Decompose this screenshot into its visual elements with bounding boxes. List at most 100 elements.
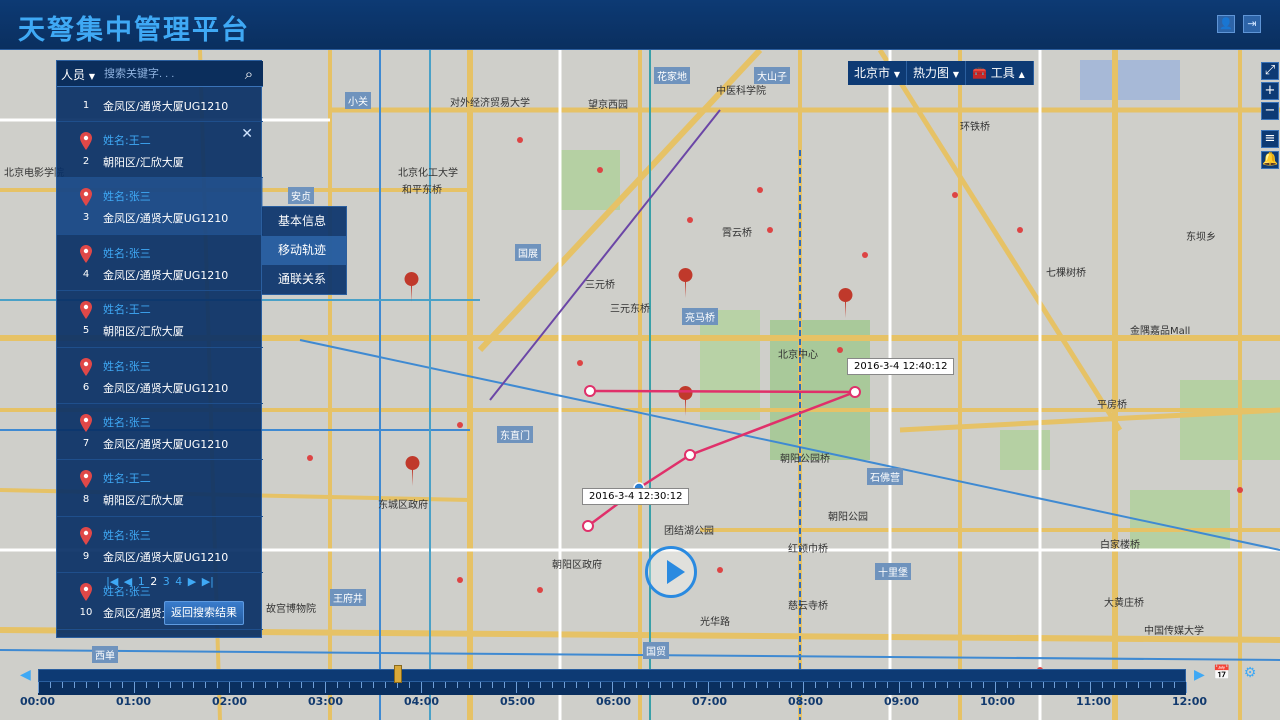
heatmap-dropdown[interactable]: 热力图 ▼ xyxy=(907,61,966,85)
item-index: 9 xyxy=(82,550,90,562)
map-label: 北京化工大学 xyxy=(398,168,458,179)
item-index: 3 xyxy=(82,212,90,224)
time-label: 07:00 xyxy=(692,695,728,708)
timeline-tick xyxy=(803,682,805,693)
prev-page-icon[interactable]: ◀ xyxy=(124,575,132,588)
timeline-tick xyxy=(372,682,374,688)
play-button[interactable] xyxy=(645,546,697,598)
page-link[interactable]: 4 xyxy=(175,575,182,588)
page-link[interactable]: 2 xyxy=(150,575,157,588)
map-label: 朝阳区政府 xyxy=(552,560,602,571)
time-label: 02:00 xyxy=(212,695,248,708)
list-item[interactable]: 3 姓名:张三 金凤区/通贤大厦UG1210 xyxy=(57,178,263,235)
map-label: 团结湖公园 xyxy=(664,526,714,537)
list-item[interactable]: 8 姓名:王二 朝阳区/汇欣大厦 xyxy=(57,460,263,517)
layers-icon[interactable]: ≡ xyxy=(1261,130,1279,148)
next-page-icon[interactable]: ▶ xyxy=(188,575,196,588)
page-link[interactable]: 1 xyxy=(138,575,145,588)
timeline-tick xyxy=(133,682,135,693)
menu-item-movement-track[interactable]: 移动轨迹 xyxy=(262,236,346,265)
map-toolbar: 北京市 ▼ 热力图 ▼ 🧰 工具 ▲ xyxy=(848,61,1034,85)
track-point xyxy=(684,449,696,461)
timeline-tick xyxy=(970,682,972,688)
map-label: 慈云寺桥 xyxy=(788,601,828,612)
tools-label: 工具 xyxy=(990,66,1015,80)
item-name: 姓名:张三 xyxy=(103,359,151,373)
time-label: 10:00 xyxy=(980,695,1016,708)
chevron-down-icon: ▼ xyxy=(952,70,959,79)
item-index: 8 xyxy=(82,494,90,506)
item-index: 1 xyxy=(82,100,90,111)
toolbox-icon: 🧰 xyxy=(972,66,987,80)
timeline-tick xyxy=(755,682,757,688)
calendar-icon[interactable]: 📅 xyxy=(1212,665,1232,685)
timeline-tick xyxy=(348,682,350,688)
city-dropdown[interactable]: 北京市 ▼ xyxy=(848,61,907,85)
fullscreen-icon[interactable]: ⤢ xyxy=(1261,62,1279,80)
close-icon[interactable]: ✕ xyxy=(241,126,253,142)
timeline-tick xyxy=(576,682,578,688)
park-area xyxy=(1000,430,1050,470)
timeline-tick xyxy=(325,682,326,693)
search-icon[interactable]: ⌕ xyxy=(239,64,259,84)
zoom-in-button[interactable]: + xyxy=(1261,82,1279,100)
timeline-tick xyxy=(839,682,841,688)
timeline-tick xyxy=(313,682,315,688)
timeline-ticks xyxy=(38,682,1187,695)
timeline-tick xyxy=(169,682,171,688)
search-panel: 人员 ▼ ⌕ 1 金凤区/通贤大厦UG1210 2 姓名:王二 朝阳区/汇欣大厦… xyxy=(56,60,263,638)
item-name: 姓名:王二 xyxy=(103,303,151,317)
page-link[interactable]: 3 xyxy=(163,575,170,588)
item-name: 姓名:王二 xyxy=(103,472,151,486)
timeline-left-icon[interactable]: ◀ xyxy=(20,667,31,683)
list-item[interactable]: 9 姓名:张三 金凤区/通贤大厦UG1210 xyxy=(57,517,263,574)
item-index: 7 xyxy=(82,437,90,449)
list-item[interactable]: 2 姓名:王二 朝阳区/汇欣大厦 ✕ xyxy=(57,122,263,179)
timeline-tick xyxy=(229,682,231,693)
timeline-tick xyxy=(875,682,877,688)
map-label: 霄云桥 xyxy=(722,228,752,239)
list-item[interactable]: 7 姓名:张三 金凤区/通贤大厦UG1210 xyxy=(57,404,263,461)
first-page-icon[interactable]: |◀ xyxy=(106,575,118,588)
list-item[interactable]: 6 姓名:张三 金凤区/通贤大厦UG1210 xyxy=(57,348,263,404)
location-pin-icon xyxy=(80,357,92,376)
search-input[interactable] xyxy=(104,64,236,84)
bell-icon[interactable]: 🔔 xyxy=(1261,151,1279,169)
timeline-tick xyxy=(958,682,960,688)
map-label: 白家楼桥 xyxy=(1100,540,1140,551)
timeline-tick xyxy=(1078,682,1080,688)
timeline-tick xyxy=(779,682,781,688)
user-icon[interactable]: 👤 xyxy=(1217,15,1235,33)
zoom-out-button[interactable]: − xyxy=(1261,102,1279,120)
list-item[interactable]: 1 金凤区/通贤大厦UG1210 xyxy=(57,88,263,122)
timeline-tick xyxy=(468,682,470,688)
menu-item-communication[interactable]: 通联关系 xyxy=(262,265,346,294)
timeline-tick xyxy=(767,682,769,688)
timeline-thumb[interactable] xyxy=(393,665,402,683)
timeline-tick xyxy=(480,682,482,688)
time-label: 11:00 xyxy=(1076,695,1112,708)
location-pin-icon xyxy=(80,470,92,489)
back-to-results-button[interactable]: 返回搜索结果 xyxy=(164,601,244,625)
timeline-tick xyxy=(109,682,111,688)
location-pin-icon xyxy=(80,301,92,320)
map-label: 十里堡 xyxy=(875,563,911,580)
timeline-tick xyxy=(600,682,602,688)
time-label: 05:00 xyxy=(500,695,536,708)
logout-icon[interactable]: ⇥ xyxy=(1243,15,1261,33)
timeline-tick xyxy=(731,682,733,688)
timeline-tick xyxy=(1102,682,1104,688)
timeline-right-icon[interactable]: ▶ xyxy=(1194,667,1205,683)
item-name: 姓名:张三 xyxy=(103,246,151,260)
gear-icon[interactable]: ⚙ xyxy=(1240,665,1260,685)
list-item[interactable]: 5 姓名:王二 朝阳区/汇欣大厦 xyxy=(57,291,263,348)
timeline-track[interactable] xyxy=(38,669,1186,682)
category-dropdown[interactable]: 人员 ▼ xyxy=(61,66,95,83)
item-name: 姓名:张三 xyxy=(103,190,151,204)
menu-item-basic-info[interactable]: 基本信息 xyxy=(262,207,346,236)
list-item[interactable]: 4 姓名:张三 金凤区/通贤大厦UG1210 xyxy=(57,235,263,292)
item-address: 金凤区/通贤大厦UG1210 xyxy=(103,100,229,113)
tools-dropdown[interactable]: 🧰 工具 ▲ xyxy=(966,61,1034,85)
last-page-icon[interactable]: ▶| xyxy=(202,575,214,588)
map-label: 金隅嘉品Mall xyxy=(1130,326,1191,337)
